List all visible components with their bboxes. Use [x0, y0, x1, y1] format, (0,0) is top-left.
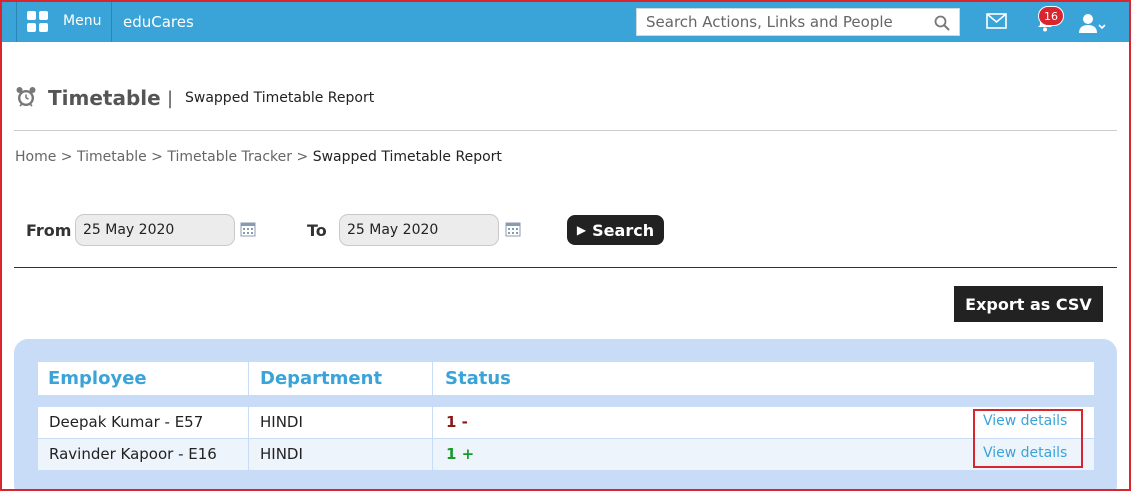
to-calendar-icon[interactable] [505, 221, 521, 237]
column-divider [432, 407, 433, 438]
department-cell: HINDI [260, 413, 303, 431]
title-separator: | [167, 88, 174, 109]
status-cell: 1 + [446, 445, 475, 463]
from-calendar-icon[interactable] [240, 221, 256, 237]
search-icon[interactable] [934, 15, 950, 31]
to-label: To [307, 221, 327, 240]
breadcrumb-separator: > [151, 149, 163, 165]
page-title: Timetable [48, 86, 161, 110]
from-label: From [26, 221, 72, 240]
column-divider [432, 362, 433, 395]
table-row: Deepak Kumar - E57 HINDI 1 - View detail… [38, 407, 1094, 438]
search-button-label: Search [592, 220, 655, 240]
menu-button[interactable]: Menu [16, 2, 112, 42]
view-details-highlight [973, 409, 1083, 468]
table-header: Employee Department Status [38, 362, 1094, 395]
top-navbar: Menu eduCares 16 [2, 2, 1129, 42]
brand-name[interactable]: eduCares [123, 13, 194, 31]
user-icon[interactable] [1078, 12, 1108, 34]
search-button[interactable]: ▶ Search [567, 215, 664, 245]
mail-icon[interactable] [986, 13, 1007, 29]
heading-divider [14, 130, 1117, 131]
grid-icon [27, 11, 49, 33]
column-header-department: Department [260, 368, 383, 389]
table-row: Ravinder Kapoor - E16 HINDI 1 + View det… [38, 439, 1094, 470]
menu-label: Menu [63, 13, 102, 29]
breadcrumb-home[interactable]: Home [15, 149, 56, 165]
column-divider [432, 439, 433, 470]
export-csv-button[interactable]: Export as CSV [954, 286, 1103, 322]
column-divider [248, 362, 249, 395]
employee-cell: Deepak Kumar - E57 [49, 413, 204, 431]
filter-divider [14, 267, 1117, 268]
notification-badge: 16 [1038, 6, 1064, 26]
column-header-employee: Employee [48, 368, 147, 389]
breadcrumb: Home > Timetable > Timetable Tracker > S… [15, 149, 502, 165]
page-subtitle: Swapped Timetable Report [185, 90, 375, 106]
breadcrumb-separator: > [296, 149, 309, 165]
alarm-clock-icon [16, 87, 36, 107]
breadcrumb-timetable[interactable]: Timetable [77, 149, 147, 165]
department-cell: HINDI [260, 445, 303, 463]
breadcrumb-current: Swapped Timetable Report [312, 149, 502, 165]
status-cell: 1 - [446, 413, 468, 431]
from-date-input[interactable] [75, 214, 235, 246]
play-icon: ▶ [576, 223, 587, 237]
to-date-input[interactable] [339, 214, 499, 246]
global-search-input[interactable] [637, 9, 927, 35]
column-header-status: Status [445, 368, 511, 389]
global-search [636, 8, 960, 36]
employee-cell: Ravinder Kapoor - E16 [49, 445, 217, 463]
breadcrumb-separator: > [60, 149, 73, 165]
breadcrumb-timetable-tracker[interactable]: Timetable Tracker [167, 149, 292, 165]
